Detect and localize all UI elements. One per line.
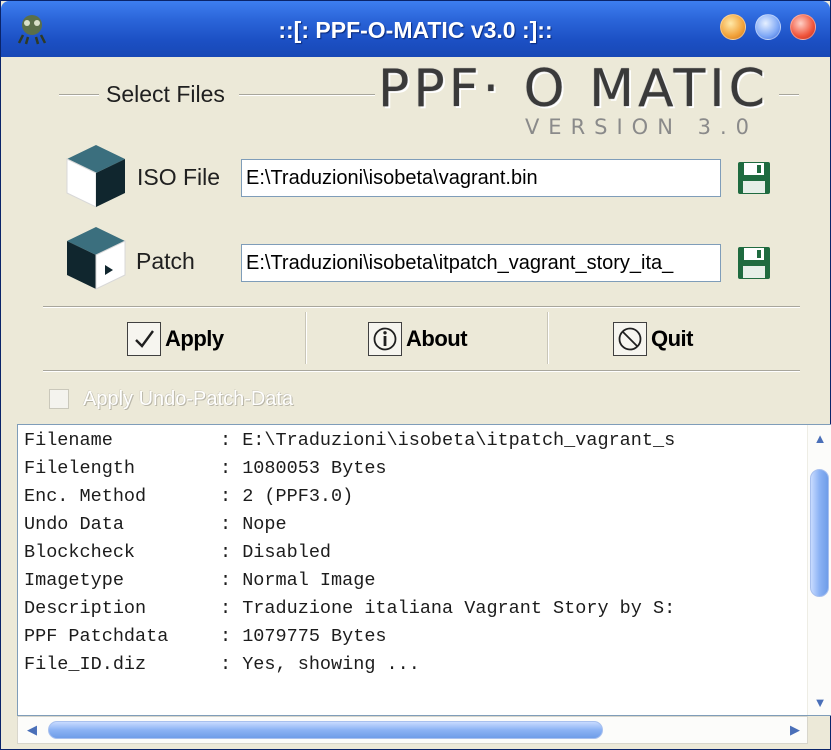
horizontal-scrollbar[interactable]: ◀ ▶ [17,716,808,744]
group-frame-line [59,94,99,96]
iso-browse-button[interactable] [735,159,773,197]
patch-browse-button[interactable] [735,244,773,282]
patch-label: Patch [136,248,195,274]
info-value: : 1079775 Bytes [220,626,387,647]
button-divider [305,312,307,364]
quit-button[interactable]: Quit [613,318,694,360]
scroll-left-arrow[interactable]: ◀ [20,718,44,742]
info-key: Undo Data [24,514,124,535]
quit-label: Quit [651,326,694,351]
apply-label: Apply [165,326,224,351]
checkmark-icon [127,322,161,356]
minimize-button[interactable] [720,14,746,40]
apply-button[interactable]: Apply [127,318,224,360]
info-value: : Yes, showing ... [220,654,420,675]
group-frame-line [239,94,375,96]
floppy-disk-icon [738,162,770,194]
no-symbol-icon [613,322,647,356]
logo-main-text: PPF· O MATIC [378,59,769,119]
separator [43,370,800,372]
button-divider [547,312,549,364]
logo-version-text: VERSION 3.0 [524,115,758,139]
scroll-down-arrow[interactable]: ▼ [808,691,831,715]
main-window: ::[: PPF-O-MATIC v3.0 :]:: Select Files … [0,0,831,750]
iso-file-input[interactable] [241,159,721,197]
iso-box-icon [66,145,125,208]
window-title: ::[: PPF-O-MATIC v3.0 :]:: [278,17,553,43]
patch-box-icon [67,227,126,290]
info-key: File_ID.diz [24,654,147,675]
iso-file-label: ISO File [137,164,221,190]
info-key: PPF Patchdata [24,626,169,647]
info-key: Blockcheck [24,542,136,563]
info-value: : 1080053 Bytes [220,458,387,479]
info-key: Description [24,598,147,619]
about-button[interactable]: About [368,318,468,360]
vertical-scroll-thumb[interactable] [810,469,829,597]
horizontal-scroll-thumb[interactable] [48,721,603,739]
group-frame-line [779,94,799,96]
undo-patch-checkbox[interactable]: Apply Undo-Patch-Data [49,386,293,412]
vertical-scrollbar[interactable]: ▲ ▼ [807,425,831,715]
info-key: Enc. Method [24,486,147,507]
info-key: Filelength [24,458,136,479]
checkbox-box[interactable] [49,389,69,409]
close-button[interactable] [790,14,816,40]
patch-info-box[interactable]: Filename : E:\Traduzioni\isobeta\itpatch_… [17,424,831,716]
info-value: : Nope [220,514,287,535]
info-value: : Normal Image [220,570,376,591]
scroll-up-arrow[interactable]: ▲ [808,427,831,451]
action-bar: Apply About Quit [43,308,800,370]
undo-patch-label: Apply Undo-Patch-Data [83,387,294,410]
info-value: : 2 (PPF3.0) [220,486,354,507]
group-label: Select Files [102,81,229,108]
info-value: : Traduzione italiana Vagrant Story by S… [220,598,676,619]
info-key: Filename [24,430,113,451]
info-key: Imagetype [24,570,124,591]
scroll-right-arrow[interactable]: ▶ [783,718,807,742]
about-label: About [406,326,468,351]
app-logo: PPF· O MATIC VERSION 3.0 [378,63,778,143]
patch-file-input[interactable] [241,244,721,282]
floppy-disk-icon [738,247,770,279]
info-value: : E:\Traduzioni\isobeta\itpatch_vagrant_… [220,430,676,451]
info-icon [368,322,402,356]
maximize-button[interactable] [755,14,781,40]
title-bar[interactable]: ::[: PPF-O-MATIC v3.0 :]:: [1,1,830,57]
info-value: : Disabled [220,542,332,563]
